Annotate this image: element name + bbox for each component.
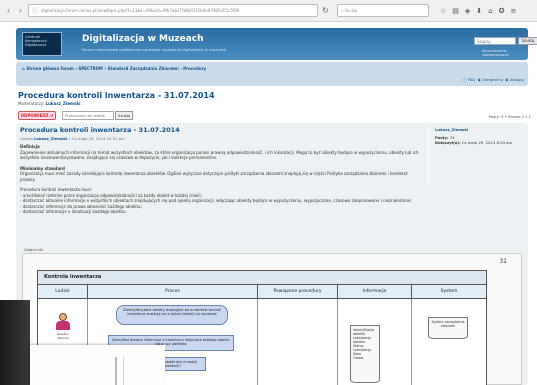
url-text: digitalizacja.forum.nimoz.pl/viewtopic.p… — [41, 8, 240, 13]
profile-joined: Cz maja 29, 2014 8:34 am — [461, 140, 513, 145]
login-icon: ◉ — [505, 77, 509, 82]
address-bar[interactable]: ⓘ digitalizacja.forum.nimoz.pl/viewtopic… — [28, 4, 318, 17]
advanced-search-link[interactable]: Wyszukiwanie zaawansowane — [482, 49, 528, 57]
nav-links: ⓘ FAQ ◉ Zarejestruj ◉ Zaloguj — [463, 77, 524, 83]
moderator-link[interactable]: Lukasz_Ziemski — [45, 101, 80, 106]
standard-heading: Minimalny standard — [20, 165, 65, 171]
procedure-item: - umożliwiać rzetelne przez organizację … — [20, 192, 202, 198]
diagram-title: Kontrola inwentarza — [38, 271, 486, 285]
pagination: Posty: 3 • Strona 1 z 1 — [488, 114, 531, 119]
home-icon[interactable]: ⌂ — [488, 7, 492, 15]
author-profile: Lukasz_Ziemski Posty: 74 Dołączył(a): Cz… — [428, 127, 524, 187]
reply-button[interactable]: ODPOWIEDZ ↺ — [18, 111, 56, 120]
topic-search-button[interactable]: Szukaj — [115, 111, 133, 120]
post-body: Definicja Zapewnienie aktualnych informa… — [20, 144, 420, 220]
column-information: Informacje — [338, 285, 412, 298]
reload-icon[interactable]: ↻ — [321, 6, 330, 15]
diagram-header: Ludzie Proces Powiązane procedury Inform… — [38, 285, 486, 299]
extension-icon[interactable]: ✪ — [499, 7, 505, 15]
page-title[interactable]: Procedura kontroli inwentarza - 31.07.20… — [18, 91, 215, 100]
lane-information: Identyfikacja obiektu Lokalizacja obiekt… — [338, 299, 412, 385]
procedure-item: - dostarczać informacje o lokalizacji ka… — [20, 209, 127, 214]
faq-link[interactable]: FAQ — [468, 77, 475, 82]
shield-icon[interactable]: ◈ — [465, 7, 470, 15]
forum-subtitle: Forum internetowe poświęcone sprawom muz… — [82, 47, 227, 52]
lane-system: System zarządzania zbiorami — [412, 299, 486, 385]
forum-header: Centrum Kompetencji Digitalizacja Digita… — [16, 28, 537, 60]
photo-shadow — [0, 300, 30, 385]
menu-icon[interactable]: ≡ — [511, 7, 517, 15]
post-meta: Często Lukasz_Ziemski » Cz maja 29, 2014… — [20, 136, 125, 141]
procedure-item: - dostarczać aktualne informacje o wszys… — [20, 198, 412, 203]
definition-heading: Definicja — [20, 144, 40, 149]
column-system: System — [412, 285, 486, 298]
info-icon: ⓘ — [32, 8, 39, 15]
forum-logo[interactable]: Centrum Kompetencji Digitalizacja — [22, 32, 62, 56]
paper-overlay — [30, 345, 165, 385]
person-icon: Opiekun zbiorów — [53, 313, 73, 340]
navbar: ⌂ Strona główna forum ‹ SPECTRUM – Stand… — [16, 62, 528, 86]
post-title[interactable]: Procedura kontroli inwentarza - 31.07.20… — [20, 126, 180, 134]
bookmark-star-icon[interactable]: ☆ — [440, 7, 446, 15]
page-number: 31 — [499, 258, 507, 265]
lane-related — [258, 299, 338, 385]
process-step: Zidentyfikuj jakie obiekty znajdujące si… — [116, 305, 228, 325]
procedure-intro: Procedura kontroli inwentarza musi: — [20, 187, 93, 192]
register-link[interactable]: Zarejestruj — [482, 77, 503, 82]
forward-icon[interactable]: › — [16, 6, 25, 15]
information-document: Identyfikacja obiektu Lokalizacja obiekt… — [350, 325, 380, 383]
column-process: Proces — [88, 285, 258, 298]
browser-toolbar: ‹ › ⓘ digitalizacja.forum.nimoz.pl/viewt… — [0, 0, 537, 22]
profile-name[interactable]: Lukasz_Ziemski — [435, 127, 524, 132]
post-author-link[interactable]: Lukasz_Ziemski — [34, 136, 67, 141]
forum-search-input[interactable]: Szukaj... — [474, 37, 516, 45]
register-icon: ◉ — [477, 77, 481, 82]
standard-text: Organizacja musi mieć zasady określające… — [20, 171, 408, 182]
system-document: System zarządzania zbiorami — [428, 317, 468, 339]
forum-search-button[interactable]: Szukaj — [518, 37, 537, 45]
login-link[interactable]: Zaloguj — [510, 77, 524, 82]
definition-text: Zapewnienie aktualnych informacji na tem… — [20, 149, 419, 161]
download-icon[interactable]: ⬇ — [476, 7, 482, 15]
back-icon[interactable]: ‹ — [4, 6, 13, 15]
faq-icon: ⓘ — [462, 77, 467, 82]
column-related: Powiązane procedury — [258, 285, 338, 298]
reply-arrow-icon: ↺ — [49, 113, 54, 118]
browser-search-input[interactable]: ⌕ Szukaj — [337, 4, 429, 17]
forum-title[interactable]: Digitalizacja w Muzeach — [82, 34, 204, 44]
breadcrumb[interactable]: ⌂ Strona główna forum ‹ SPECTRUM – Stand… — [22, 66, 206, 71]
column-people: Ludzie — [38, 285, 88, 298]
attachments-label: Załączniki — [24, 247, 44, 252]
topic-search-input[interactable]: Przeszukaj ten wątek — [62, 111, 114, 120]
procedure-item: - dostarczać referencje do prawa własnoś… — [20, 203, 142, 209]
reading-list-icon[interactable]: ▤ — [452, 7, 459, 15]
moderator-line: Moderatorzy: Lukasz_Ziemski — [18, 101, 81, 106]
